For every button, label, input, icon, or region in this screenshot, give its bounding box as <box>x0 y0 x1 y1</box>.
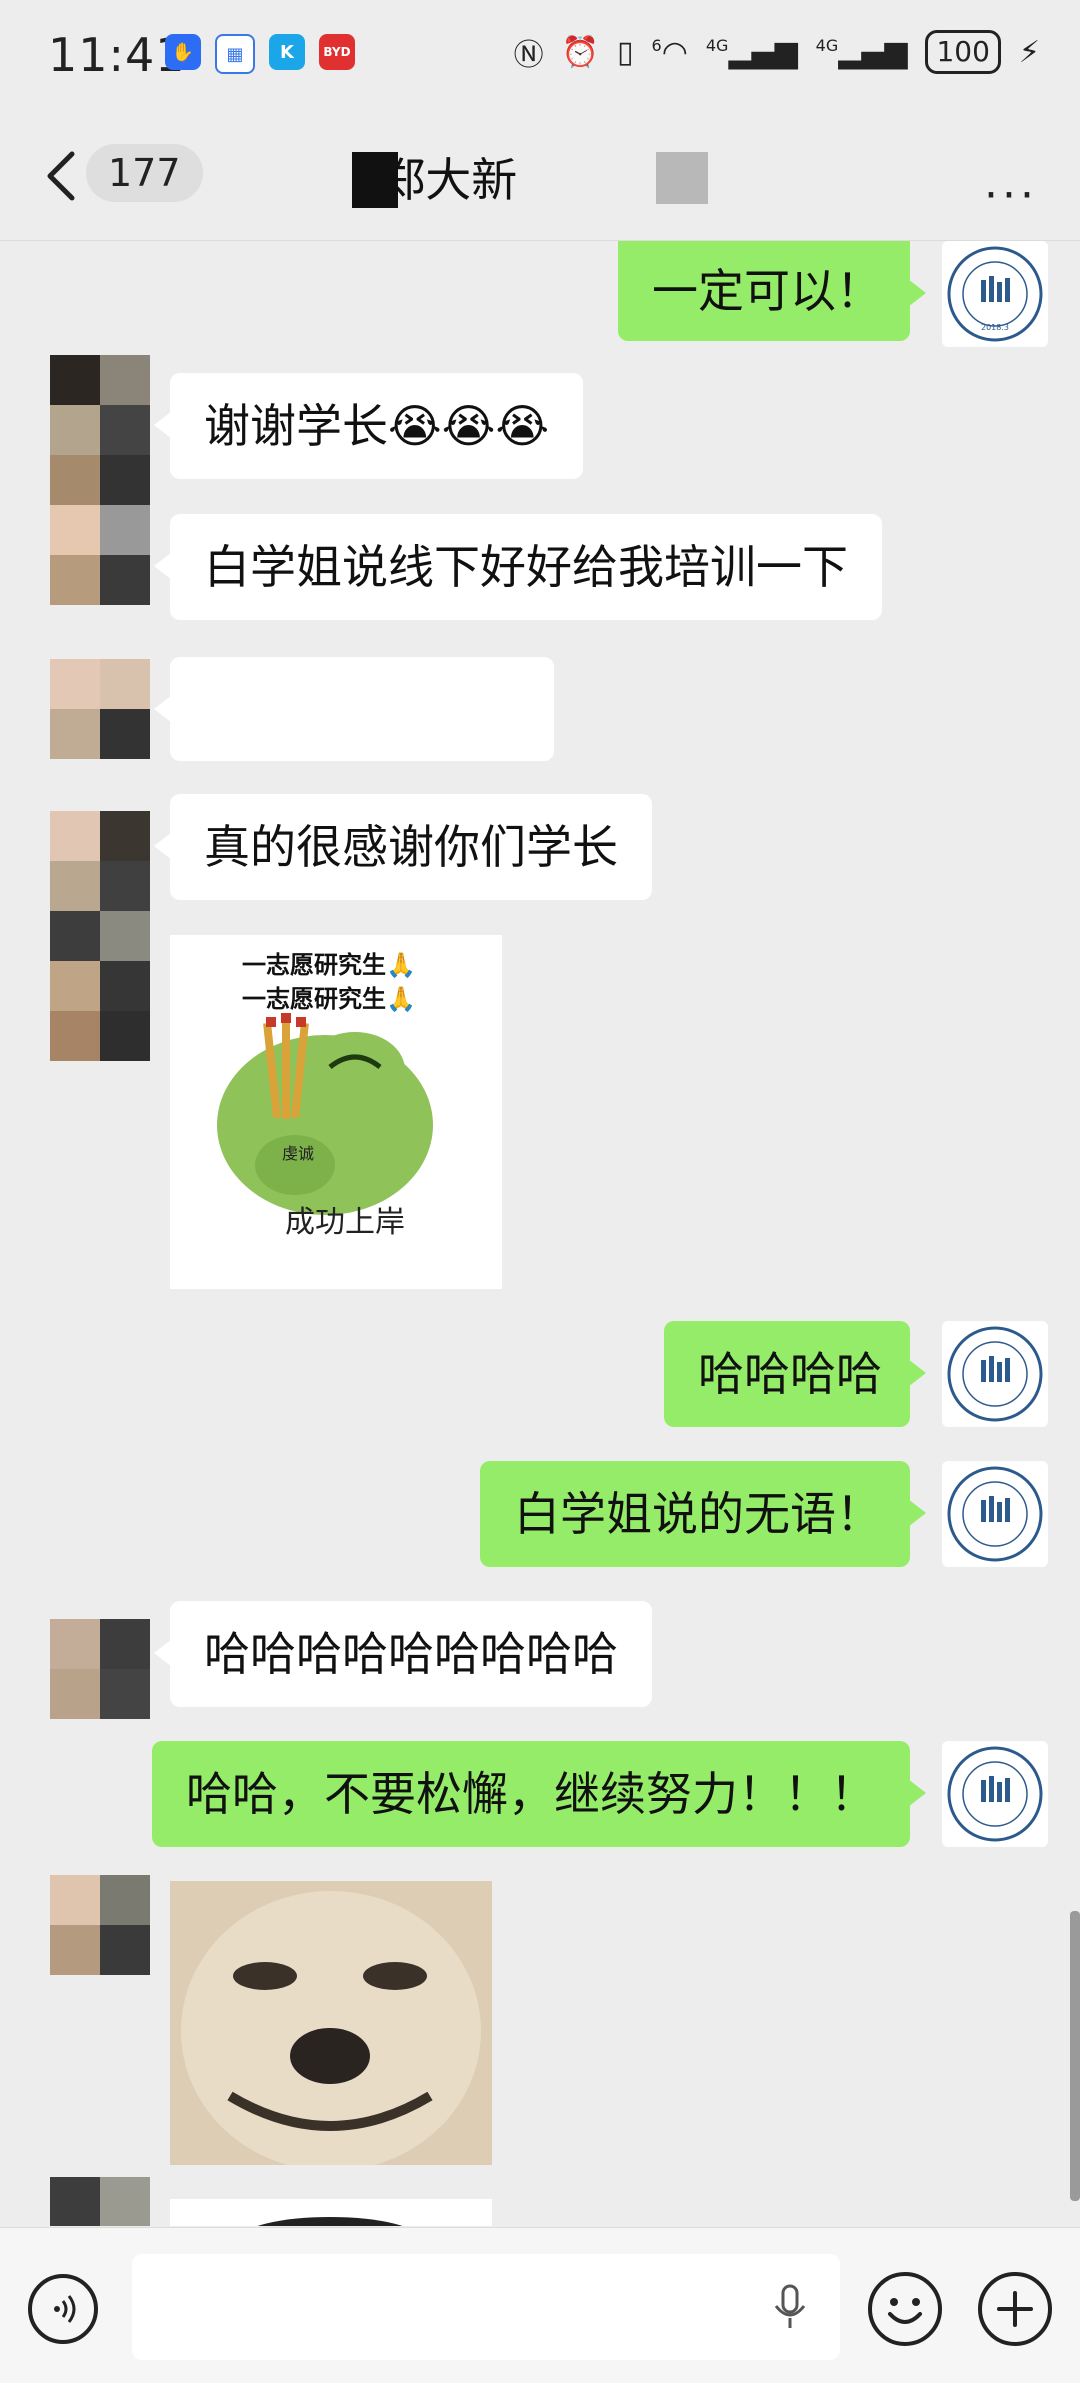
network-type-1: 4G <box>705 35 729 55</box>
my-avatar[interactable] <box>942 1741 1048 1847</box>
more-actions-button[interactable] <box>978 2272 1052 2346</box>
contact-avatar[interactable] <box>50 811 150 1061</box>
input-bar <box>0 2227 1080 2383</box>
message-bubble-sent[interactable]: 白学姐说的无语！ <box>480 1461 926 1567</box>
wifi-icon: 6◠ <box>651 34 688 70</box>
battery-icon: 100 <box>925 30 1001 74</box>
message-bubble-sent[interactable]: 哈哈，不要松懈，继续努力！！！ <box>152 1741 926 1847</box>
emoji-button[interactable] <box>868 2272 942 2346</box>
app-notification-icon: ✋ <box>165 34 201 70</box>
message-bubble-received[interactable]: 谢谢学长😭😭😭 <box>153 373 584 479</box>
sticker-tag: 虔诚 <box>282 1144 315 1163</box>
more-options-icon[interactable]: ··· <box>984 170 1038 221</box>
k-app-notification-icon: K <box>269 34 305 70</box>
dog-face-illustration <box>170 1881 492 2165</box>
nfc-icon: Ⓝ <box>513 38 544 73</box>
message-bubble-sent[interactable]: 哈哈哈哈 <box>664 1321 926 1427</box>
sticker-caption: 成功上岸 <box>285 1205 405 1240</box>
school-logo-icon <box>947 1746 1043 1842</box>
contact-avatar[interactable] <box>50 659 150 759</box>
signal-1-icon: 4G▂▄▆ <box>705 34 798 70</box>
school-logo-icon: 2018.3 <box>947 246 1043 342</box>
message-bubble-received[interactable]: 白学姐说线下好好给我培训一下 <box>154 514 882 620</box>
school-logo-icon <box>947 1466 1043 1562</box>
back-arrow-icon[interactable] <box>38 146 86 206</box>
message-bubble-sent[interactable]: 一定可以！ <box>618 241 926 341</box>
school-logo-icon <box>947 1326 1043 1422</box>
my-avatar[interactable] <box>942 1461 1048 1567</box>
contact-avatar[interactable] <box>50 355 150 605</box>
unread-count-badge[interactable]: 177 <box>86 144 203 202</box>
microphone-icon[interactable] <box>770 2282 810 2332</box>
message-bubble-received[interactable]: 哈哈哈哈哈哈哈哈哈 <box>154 1601 652 1707</box>
contact-avatar[interactable] <box>50 2177 150 2226</box>
title-redaction <box>352 152 398 208</box>
vibrate-icon: ▯ <box>616 34 634 70</box>
status-indicators: Ⓝ ⏰ ▯ 6◠ 4G▂▄▆ 4G▂▄▆ 100 ⚡ <box>514 30 1040 74</box>
contact-avatar[interactable] <box>50 1875 150 1975</box>
partial-sticker-image <box>257 2217 403 2226</box>
message-bubble-received[interactable]: 真的很感谢你们学长 <box>154 794 652 900</box>
chat-header: 177 6郑大新 ··· <box>0 110 1080 241</box>
sticker-frog[interactable]: 一志愿研究生🙏 一志愿研究生🙏 虔诚 成功上岸 <box>170 935 502 1289</box>
title-redaction-2 <box>656 152 708 204</box>
charging-icon: ⚡ <box>1018 34 1040 70</box>
my-avatar[interactable] <box>942 1321 1048 1427</box>
contact-avatar[interactable] <box>50 1619 150 1719</box>
logo-year: 2018.3 <box>981 323 1009 332</box>
network-type-2: 4G <box>815 35 839 55</box>
signal-2-icon: 4G▂▄▆ <box>815 34 908 70</box>
smiley-icon <box>888 2298 922 2324</box>
voice-input-button[interactable] <box>28 2274 98 2344</box>
voice-wave-icon <box>54 2295 76 2323</box>
notification-icons: ✋ ▦ K BYD <box>165 34 355 74</box>
byd-notification-icon: BYD <box>319 34 355 70</box>
status-bar: 11:41 ✋ ▦ K BYD Ⓝ ⏰ ▯ 6◠ 4G▂▄▆ 4G▂▄▆ 100… <box>0 0 1080 110</box>
sticker-dog[interactable] <box>170 1881 492 2165</box>
wifi-badge: 6 <box>651 35 662 55</box>
plus-icon <box>997 2291 1033 2327</box>
my-avatar[interactable]: 2018.3 <box>942 241 1048 347</box>
alarm-icon: ⏰ <box>561 34 599 70</box>
message-bubble-redacted[interactable] <box>154 657 554 761</box>
message-list[interactable]: 一定可以！ 2018.3 谢谢学长😭😭😭 白学姐说线下好好给我培训一下 真的很感… <box>0 241 1080 2226</box>
calendar-notification-icon: ▦ <box>215 34 255 74</box>
scrollbar[interactable] <box>1070 1911 1080 2201</box>
message-input[interactable] <box>132 2254 840 2360</box>
sticker-partial[interactable] <box>170 2199 492 2226</box>
